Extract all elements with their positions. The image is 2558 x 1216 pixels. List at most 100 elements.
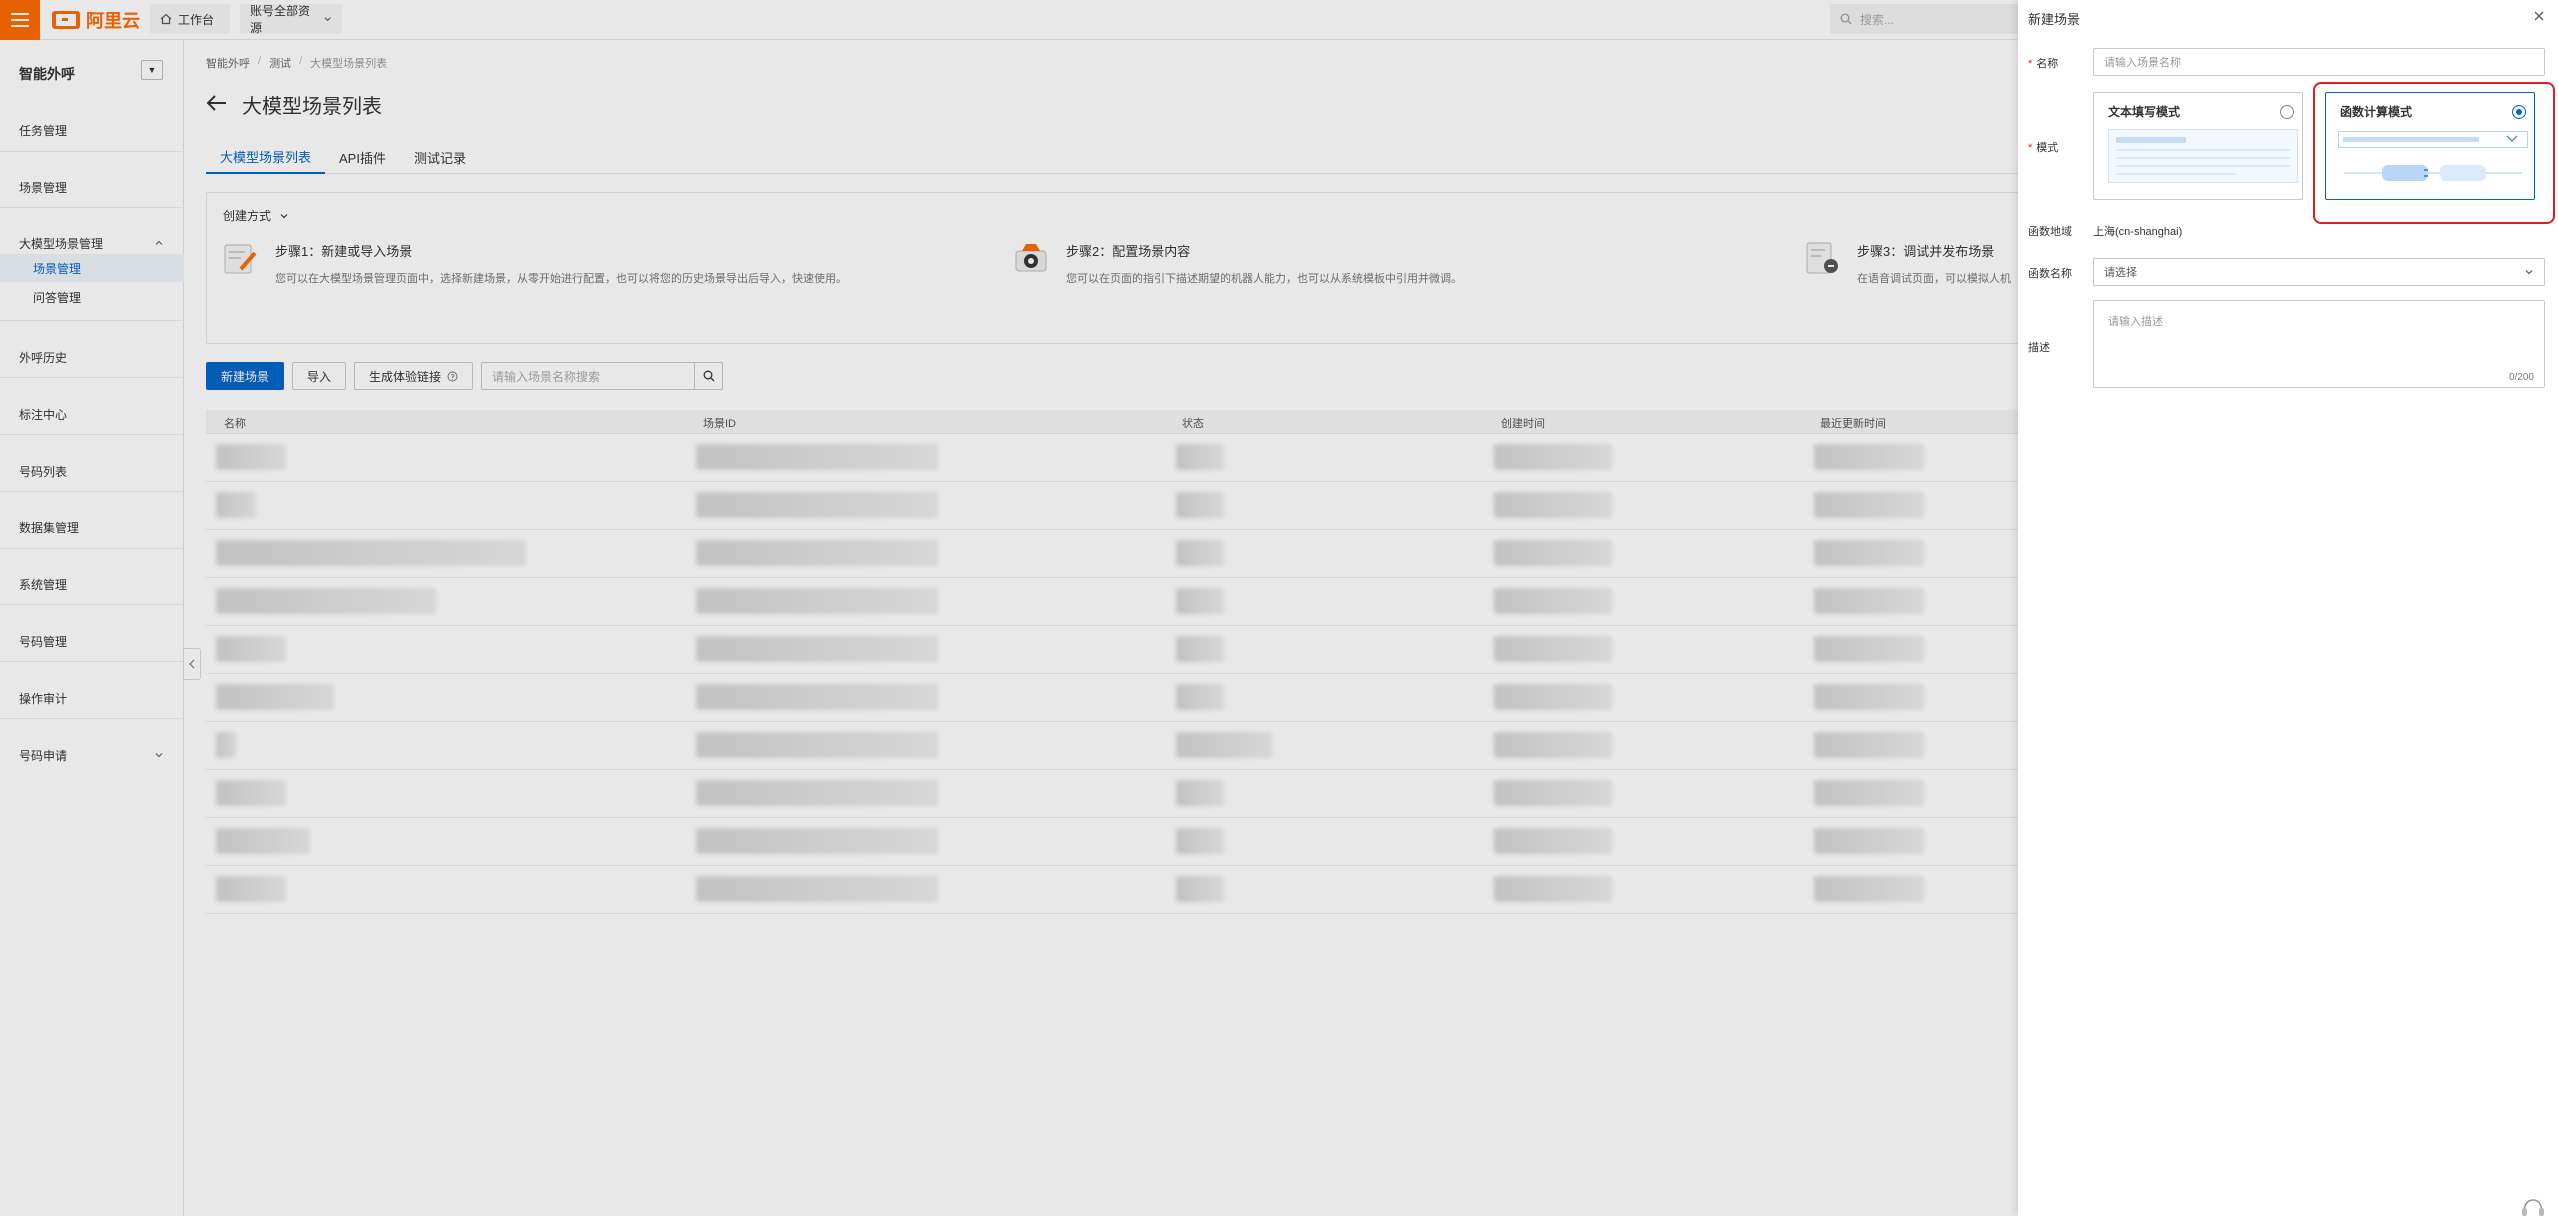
home-icon	[160, 13, 172, 25]
new-scene-button[interactable]: 新建场景	[206, 362, 285, 390]
create-method-toggle[interactable]: 创建方式	[223, 207, 289, 224]
workbench-button[interactable]: 工作台	[150, 4, 230, 34]
step-title: 步骤1：新建或导入场景	[275, 244, 413, 259]
chevron-down-icon	[280, 213, 288, 218]
region-field-label: 函数地域	[2028, 226, 2072, 238]
breadcrumb-item[interactable]: 测试	[269, 55, 291, 71]
sidebar-item-system[interactable]: 系统管理	[0, 566, 184, 602]
name-field-label: * 名称	[2028, 58, 2059, 70]
step-3: 步骤3：调试并发布场景 在语音调试页面，可以模拟人机	[1803, 239, 2011, 286]
step-desc: 您可以在页面的指引下描述期望的机器人能力，也可以从系统模板中引用并微调。	[1066, 273, 1462, 285]
sidebar-item-label: 场景管理	[19, 180, 68, 195]
close-icon[interactable]	[2534, 8, 2544, 24]
step-title: 步骤2：配置场景内容	[1066, 244, 1191, 259]
breadcrumb-item: 大模型场景列表	[310, 58, 388, 70]
generate-link-label: 生成体验链接	[369, 369, 442, 384]
scene-name-input[interactable]: 请输入场景名称	[2093, 48, 2545, 76]
create-method-panel: 创建方式 步骤1：新建或导入场景 您可以在大模型场景管理页面中，选择新建场景，从…	[206, 192, 2196, 344]
search-button[interactable]	[694, 363, 722, 389]
sidebar-item-label: 号码管理	[19, 634, 68, 649]
resource-selector[interactable]: 账号全部资源	[240, 4, 342, 35]
column-header: 场景ID	[703, 418, 736, 430]
breadcrumb-item[interactable]: 智能外呼	[206, 55, 250, 71]
step-desc: 在语音调试页面，可以模拟人机	[1857, 273, 2011, 285]
table-row[interactable]	[206, 530, 2196, 578]
workbench-label: 工作台	[178, 12, 215, 27]
aliyun-logo-icon	[52, 11, 80, 29]
import-button[interactable]: 导入	[292, 362, 347, 390]
support-headset-icon[interactable]	[2520, 1196, 2546, 1216]
text-mode-radio[interactable]	[2280, 105, 2294, 119]
global-search-input[interactable]: 搜索...	[1830, 4, 2040, 34]
sidebar-item-history[interactable]: 外呼历史	[0, 339, 184, 375]
sidebar-item-label: 操作审计	[19, 691, 68, 706]
sidebar-item-number-apply[interactable]: 号码申请	[0, 737, 184, 773]
step-desc: 您可以在大模型场景管理页面中，选择新建场景，从零开始进行配置，也可以将您的历史场…	[275, 273, 847, 285]
table-row[interactable]	[206, 770, 2196, 818]
logo[interactable]: 阿里云	[52, 9, 140, 31]
sidebar-item-label: 号码申请	[19, 748, 68, 763]
step-title: 步骤3：调试并发布场景	[1857, 244, 1995, 259]
sidebar-item-task[interactable]: 任务管理	[0, 112, 184, 148]
table-row[interactable]	[206, 626, 2196, 674]
back-arrow-icon[interactable]	[206, 93, 228, 117]
search-icon	[703, 370, 715, 382]
step-1: 步骤1：新建或导入场景 您可以在大模型场景管理页面中，选择新建场景，从零开始进行…	[221, 239, 847, 286]
step-2: 步骤2：配置场景内容 您可以在页面的指引下描述期望的机器人能力，也可以从系统模板…	[1012, 239, 1462, 286]
region-value: 上海(cn-shanghai)	[2093, 226, 2183, 238]
tab-test-record[interactable]: 测试记录	[400, 140, 480, 174]
function-name-placeholder: 请选择	[2104, 267, 2137, 279]
menu-icon[interactable]	[0, 0, 40, 40]
table-row[interactable]	[206, 482, 2196, 530]
scene-search-input[interactable]: 请输入场景名称搜索	[481, 362, 724, 390]
highlight-box	[2313, 82, 2555, 224]
column-header: 最近更新时间	[1820, 418, 1886, 430]
chevron-down-icon	[2525, 270, 2533, 275]
sidebar-item-label: 大模型场景管理	[19, 236, 104, 251]
sidebar-item-scene[interactable]: 场景管理	[0, 169, 184, 205]
tab-llm-scene-list[interactable]: 大模型场景列表	[206, 140, 326, 174]
table-row[interactable]	[206, 722, 2196, 770]
table-row[interactable]	[206, 818, 2196, 866]
description-placeholder: 请输入描述	[2108, 316, 2163, 328]
description-textarea[interactable]: 请输入描述 0/200	[2093, 300, 2545, 388]
text-mode-label: 文本填写模式	[2108, 105, 2181, 119]
mode-field-label: * 模式	[2028, 142, 2059, 154]
table-row[interactable]	[206, 674, 2196, 722]
sidebar-item-audit[interactable]: 操作审计	[0, 680, 184, 716]
camera-robot-icon	[1015, 244, 1047, 272]
publish-doc-icon	[1806, 242, 1838, 274]
description-char-count: 0/200	[2508, 372, 2534, 383]
scene-search-placeholder: 请输入场景名称搜索	[492, 369, 601, 384]
text-mode-illustration	[2108, 129, 2298, 183]
resource-label: 账号全部资源	[250, 4, 311, 35]
sidebar-item-qa[interactable]: 问答管理	[0, 283, 184, 311]
sidebar-item-dataset[interactable]: 数据集管理	[0, 509, 184, 545]
table-row[interactable]	[206, 434, 2196, 482]
sidebar-item-label: 号码列表	[19, 464, 68, 479]
table-row[interactable]	[206, 578, 2196, 626]
sidebar-dropdown-button[interactable]: ▼	[141, 60, 163, 80]
chevron-down-icon	[324, 17, 331, 22]
table-row[interactable]	[206, 866, 2196, 914]
sidebar-item-number-list[interactable]: 号码列表	[0, 453, 184, 489]
sidebar-item-label: 系统管理	[19, 577, 68, 592]
scene-table: 名称 场景ID 状态 创建时间 最近更新时间	[206, 410, 2196, 914]
function-name-select[interactable]: 请选择	[2093, 258, 2545, 286]
table-header: 名称 场景ID 状态 创建时间 最近更新时间	[206, 410, 2196, 434]
sidebar-item-label: 任务管理	[19, 123, 68, 138]
sidebar-item-label: 数据集管理	[19, 520, 80, 535]
column-header: 创建时间	[1501, 418, 1545, 430]
create-method-label: 创建方式	[223, 209, 272, 223]
description-label: 描述	[2028, 342, 2050, 354]
tab-api-plugin[interactable]: API插件	[325, 140, 400, 174]
search-icon	[1840, 13, 1852, 25]
sidebar-item-scene-manage[interactable]: 场景管理	[0, 254, 184, 282]
generate-link-button[interactable]: 生成体验链接	[354, 362, 474, 390]
sidebar-item-annotation[interactable]: 标注中心	[0, 396, 184, 432]
sidebar-item-number-manage[interactable]: 号码管理	[0, 623, 184, 659]
text-mode-card[interactable]: 文本填写模式	[2093, 92, 2303, 200]
logo-text: 阿里云	[86, 11, 140, 31]
sidebar-item-label: 问答管理	[33, 290, 82, 305]
help-circle-icon	[447, 371, 458, 381]
